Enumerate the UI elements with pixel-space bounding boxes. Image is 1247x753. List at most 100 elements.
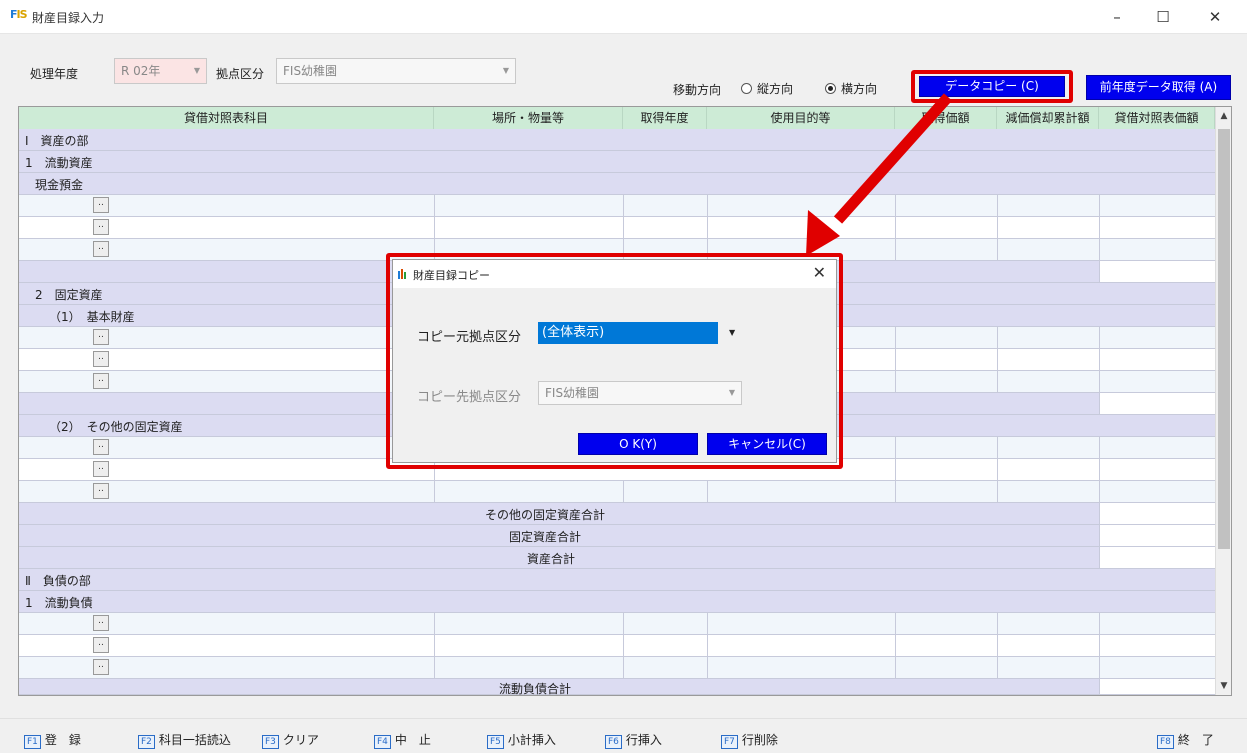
table-cell[interactable] — [895, 371, 997, 392]
table-cell[interactable] — [1099, 349, 1215, 370]
table-cell[interactable] — [434, 195, 623, 216]
f5-button[interactable]: F5 小計挿入 — [487, 731, 556, 749]
table-cell[interactable] — [997, 349, 1099, 370]
table-cell[interactable] — [707, 613, 895, 634]
table-cell[interactable] — [895, 613, 997, 634]
table-cell[interactable] — [1099, 437, 1215, 458]
table-cell[interactable] — [434, 657, 623, 678]
table-cell[interactable] — [707, 481, 895, 502]
table-cell[interactable] — [895, 635, 997, 656]
source-select[interactable]: (全体表示) — [538, 322, 718, 344]
expand-button[interactable]: .. — [93, 439, 109, 455]
table-cell[interactable] — [623, 195, 707, 216]
ok-button[interactable]: O K(Y) — [578, 433, 698, 455]
base-select[interactable]: FIS幼稚園 ▼ — [276, 58, 516, 84]
table-cell[interactable] — [895, 217, 997, 238]
f1-button[interactable]: F1 登 録 — [24, 731, 81, 749]
table-cell[interactable] — [895, 195, 997, 216]
expand-button[interactable]: .. — [93, 197, 109, 213]
table-cell[interactable] — [623, 481, 707, 502]
table-cell[interactable] — [895, 239, 997, 260]
table-cell[interactable] — [1099, 239, 1215, 260]
expand-button[interactable]: .. — [93, 637, 109, 653]
table-cell[interactable] — [997, 613, 1099, 634]
table-cell[interactable] — [997, 657, 1099, 678]
dialog-close-button[interactable]: ✕ — [813, 263, 826, 282]
table-cell[interactable] — [434, 481, 623, 502]
radio-vertical[interactable]: 縦方向 — [741, 80, 793, 97]
f3-button[interactable]: F3 クリア — [262, 731, 319, 749]
minimize-button[interactable]: – — [1094, 4, 1140, 30]
vertical-scrollbar[interactable]: ▲ ▼ — [1215, 107, 1231, 695]
f6-button[interactable]: F6 行挿入 — [605, 731, 662, 749]
table-cell[interactable] — [434, 635, 623, 656]
chevron-down-icon[interactable]: ▼ — [729, 328, 735, 337]
maximize-button[interactable]: ☐ — [1140, 4, 1186, 30]
table-cell[interactable] — [1099, 657, 1215, 678]
prev-year-button[interactable]: 前年度データ取得 (A) — [1086, 75, 1231, 100]
expand-button[interactable]: .. — [93, 461, 109, 477]
table-cell[interactable] — [707, 657, 895, 678]
table-row[interactable]: .. — [19, 635, 1215, 657]
f2-button[interactable]: F2 科目一括読込 — [138, 731, 231, 749]
expand-button[interactable]: .. — [93, 483, 109, 499]
scroll-thumb[interactable] — [1218, 129, 1230, 549]
f8-button[interactable]: F8 終 了 — [1157, 731, 1214, 749]
table-cell[interactable] — [1099, 217, 1215, 238]
table-row[interactable]: .. — [19, 481, 1215, 503]
expand-button[interactable]: .. — [93, 351, 109, 367]
table-cell[interactable] — [707, 635, 895, 656]
f7-button[interactable]: F7 行削除 — [721, 731, 778, 749]
table-cell[interactable] — [623, 613, 707, 634]
table-cell[interactable] — [1099, 635, 1215, 656]
table-cell[interactable] — [997, 371, 1099, 392]
table-cell[interactable] — [1099, 459, 1215, 480]
table-cell[interactable] — [997, 459, 1099, 480]
cancel-button[interactable]: キャンセル(C) — [707, 433, 827, 455]
table-cell[interactable] — [707, 195, 895, 216]
table-cell[interactable] — [434, 217, 623, 238]
expand-button[interactable]: .. — [93, 329, 109, 345]
table-cell[interactable] — [623, 635, 707, 656]
expand-button[interactable]: .. — [93, 373, 109, 389]
table-cell[interactable] — [707, 217, 895, 238]
table-cell[interactable] — [997, 635, 1099, 656]
table-cell[interactable] — [1099, 613, 1215, 634]
table-cell[interactable] — [997, 327, 1099, 348]
expand-button[interactable]: .. — [93, 241, 109, 257]
table-cell[interactable] — [895, 349, 997, 370]
expand-button[interactable]: .. — [93, 219, 109, 235]
table-cell[interactable] — [895, 437, 997, 458]
table-cell[interactable] — [895, 657, 997, 678]
table-cell[interactable] — [1099, 371, 1215, 392]
data-copy-button[interactable]: データコピー (C) — [919, 76, 1065, 97]
table-cell[interactable] — [997, 239, 1099, 260]
table-cell[interactable] — [895, 459, 997, 480]
expand-button[interactable]: .. — [93, 615, 109, 631]
table-cell[interactable] — [623, 217, 707, 238]
subtotal-cell — [1099, 393, 1215, 414]
table-cell[interactable] — [1099, 481, 1215, 502]
scroll-up-icon[interactable]: ▲ — [1216, 111, 1232, 121]
scroll-down-icon[interactable]: ▼ — [1216, 681, 1232, 691]
table-cell[interactable] — [1099, 327, 1215, 348]
close-button[interactable]: ✕ — [1192, 4, 1238, 30]
chevron-down-icon: ▼ — [502, 66, 509, 75]
table-cell[interactable] — [997, 195, 1099, 216]
radio-horizontal[interactable]: 横方向 — [825, 80, 877, 97]
expand-button[interactable]: .. — [93, 659, 109, 675]
table-cell[interactable] — [895, 327, 997, 348]
table-cell[interactable] — [1099, 195, 1215, 216]
table-row[interactable]: .. — [19, 217, 1215, 239]
table-row[interactable]: .. — [19, 195, 1215, 217]
table-row[interactable]: .. — [19, 657, 1215, 679]
table-cell[interactable] — [623, 657, 707, 678]
table-cell[interactable] — [997, 217, 1099, 238]
table-cell[interactable] — [434, 613, 623, 634]
table-cell[interactable] — [997, 437, 1099, 458]
table-row[interactable]: .. — [19, 613, 1215, 635]
table-cell[interactable] — [997, 481, 1099, 502]
table-cell[interactable] — [895, 481, 997, 502]
f4-button[interactable]: F4 中 止 — [374, 731, 431, 749]
year-select[interactable]: R 02年 ▼ — [114, 58, 207, 84]
